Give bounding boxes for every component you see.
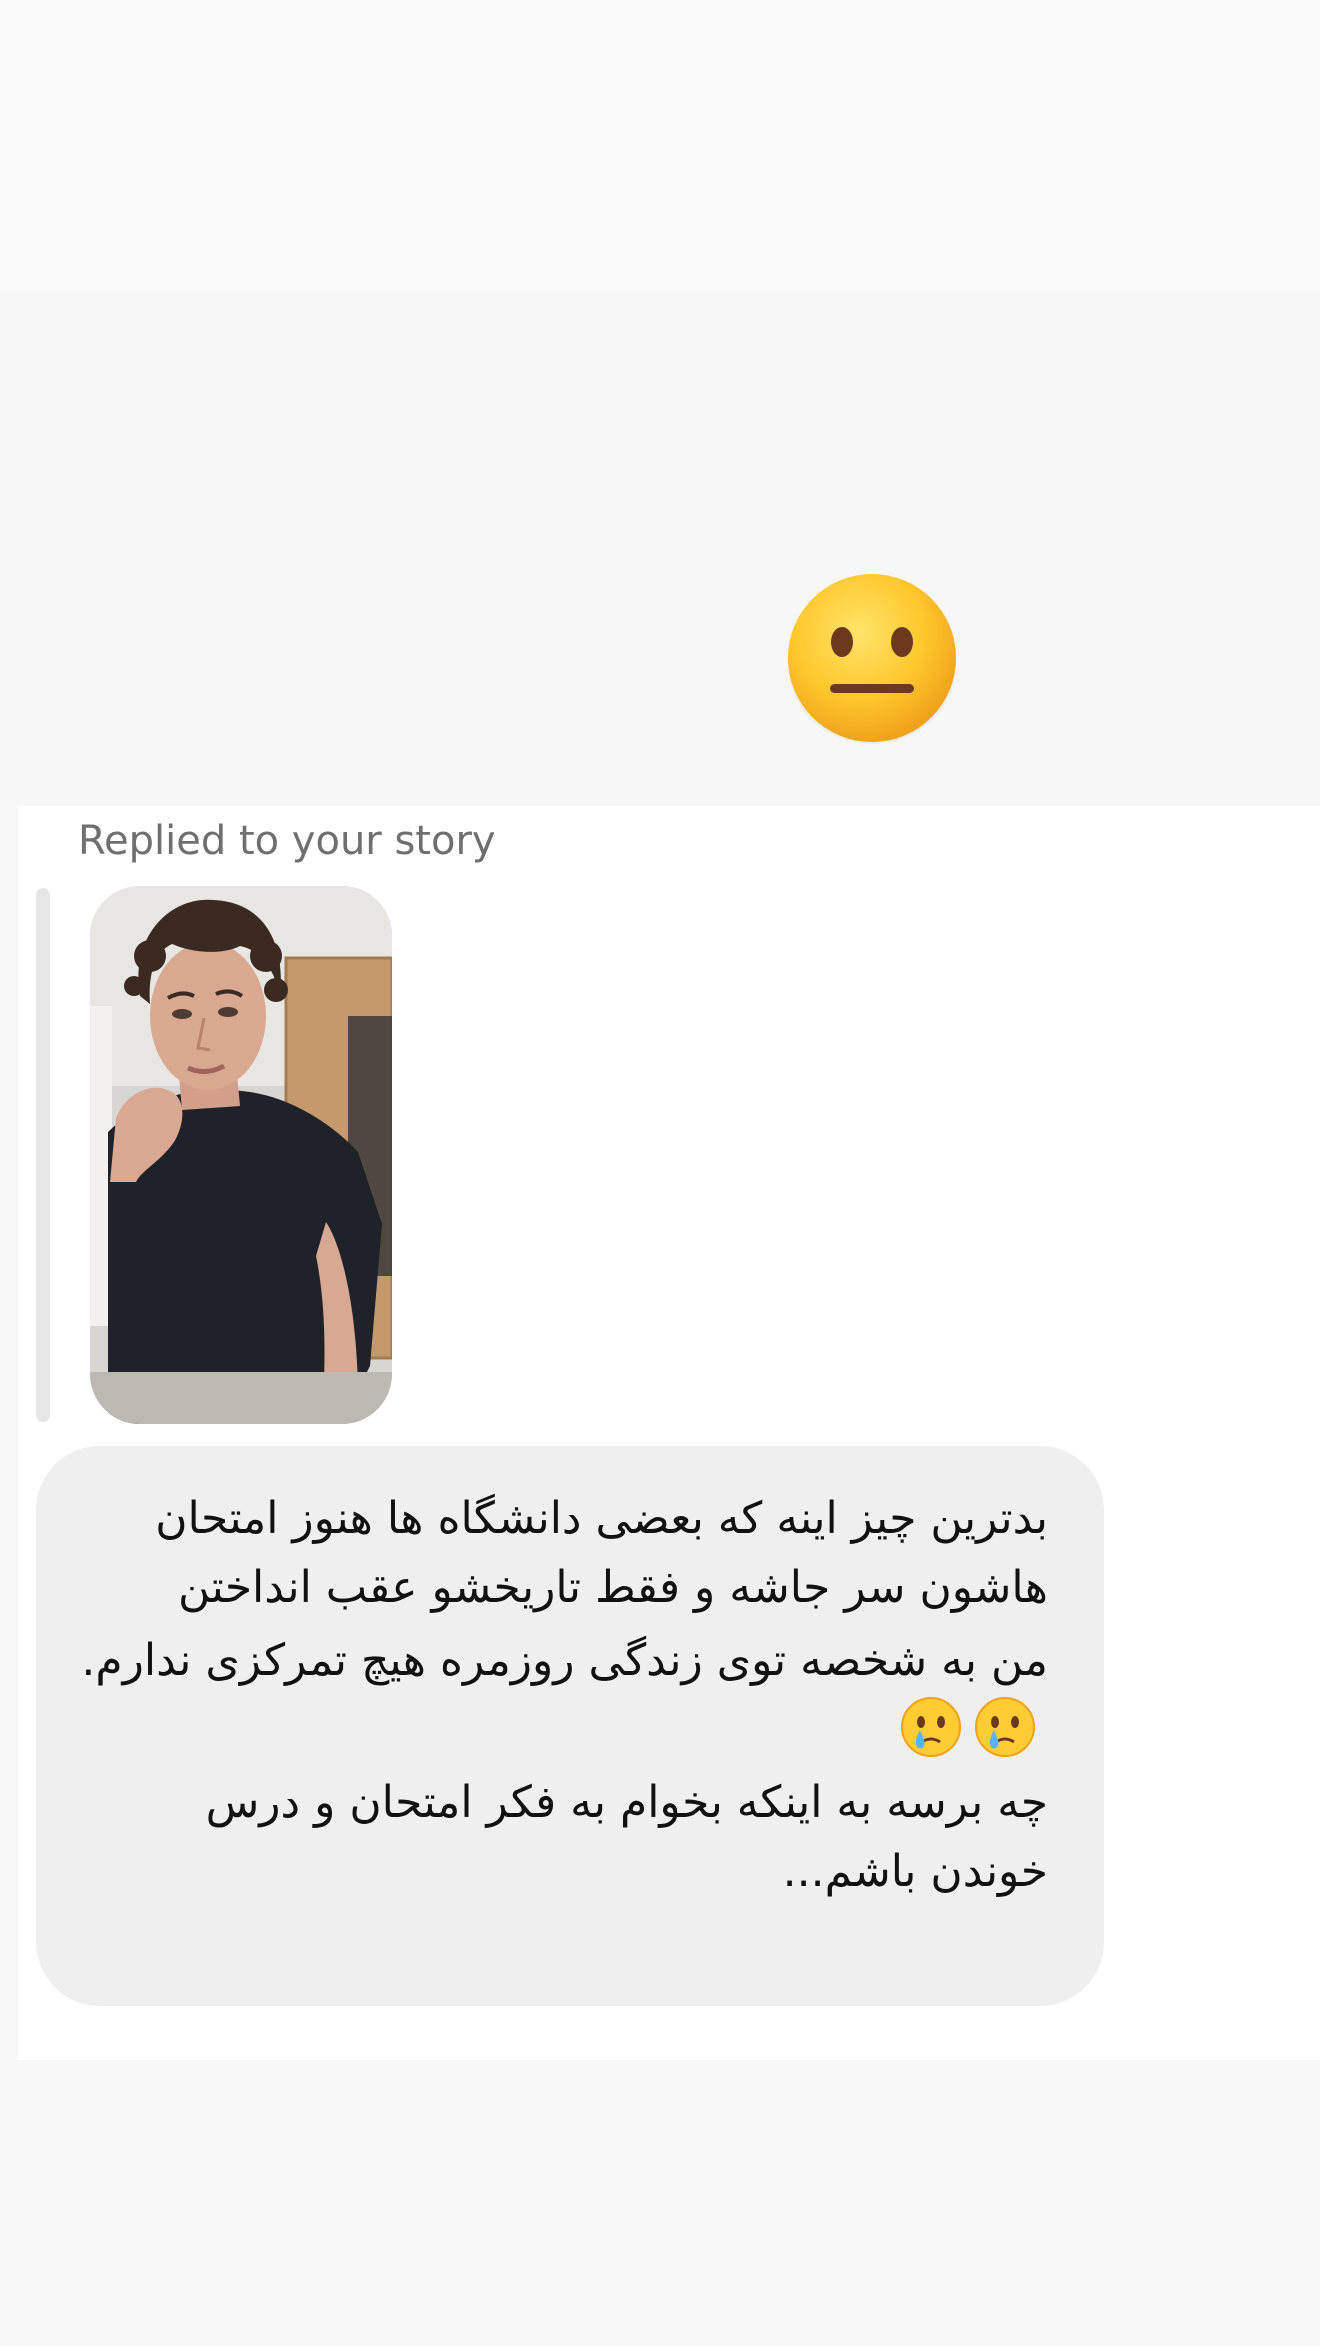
message-line-1: بدترین چیز اینه که بعضی دانشگاه ها هنوز … bbox=[155, 1493, 1048, 1613]
neutral-face-emoji-icon[interactable] bbox=[784, 572, 960, 748]
crying-face-emoji-icon bbox=[900, 1696, 962, 1758]
quote-bar bbox=[36, 888, 50, 1422]
message-bubble[interactable]: بدترین چیز اینه که بعضی دانشگاه ها هنوز … bbox=[36, 1446, 1104, 2006]
chat-background bbox=[0, 290, 1320, 806]
message-line-2: من به شخصه توی زندگی روزمره هیچ تمرکزی ن… bbox=[78, 1626, 1048, 1764]
message-line-2-text: من به شخصه توی زندگی روزمره هیچ تمرکزی ن… bbox=[81, 1635, 1048, 1686]
chat-background-top bbox=[0, 0, 1320, 290]
message-text: بدترین چیز اینه که بعضی دانشگاه ها هنوز … bbox=[78, 1484, 1048, 1906]
replied-to-story-label: Replied to your story bbox=[78, 818, 496, 864]
message-line-3: چه برسه به اینکه بخوام به فکر امتحان و د… bbox=[205, 1777, 1048, 1897]
story-reply-message: Replied to your story بدترین چیز اینه که… bbox=[18, 806, 1320, 2060]
crying-face-emoji-icon bbox=[974, 1696, 1036, 1758]
story-thumbnail[interactable] bbox=[90, 886, 392, 1424]
story-photo-icon bbox=[90, 886, 392, 1424]
